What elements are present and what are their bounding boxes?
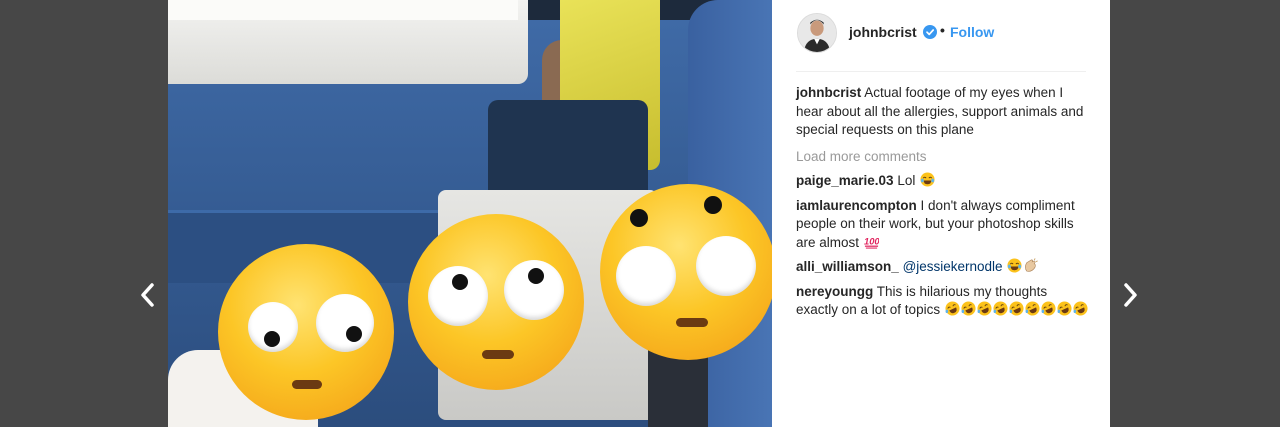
rolling-on-floor-laughing-icons bbox=[944, 301, 1088, 317]
separator-dot: • bbox=[940, 22, 945, 38]
rolling-eyes-emoji bbox=[600, 184, 772, 360]
user-mention-link[interactable]: @jessiekernodle bbox=[903, 259, 1003, 274]
chevron-left-icon bbox=[141, 283, 154, 307]
hundred-points-icon: 100 bbox=[864, 236, 879, 249]
comment-username[interactable]: alli_williamson_ bbox=[796, 259, 899, 274]
svg-text:100: 100 bbox=[864, 236, 879, 246]
rolling-on-floor-laughing-icon bbox=[977, 301, 992, 316]
post-details-panel: johnbcrist • Follow johnbcrist Actual fo… bbox=[772, 0, 1110, 427]
comment-username[interactable]: iamlaurencompton bbox=[796, 198, 917, 213]
rolling-on-floor-laughing-icon bbox=[1009, 301, 1024, 316]
rolling-eyes-emoji bbox=[408, 214, 584, 390]
comments-list: johnbcrist Actual footage of my eyes whe… bbox=[796, 84, 1088, 326]
face-with-tears-of-joy-icon bbox=[1007, 258, 1022, 273]
post-photo[interactable] bbox=[168, 0, 772, 427]
comment: paige_marie.03 Lol bbox=[796, 172, 1088, 191]
caption-username[interactable]: johnbcrist bbox=[796, 85, 861, 100]
post-caption: johnbcrist Actual footage of my eyes whe… bbox=[796, 84, 1088, 140]
rolling-on-floor-laughing-icon bbox=[1057, 301, 1072, 316]
previous-post-button[interactable] bbox=[136, 280, 160, 310]
rolling-eyes-emoji bbox=[218, 244, 394, 420]
verified-badge-icon bbox=[923, 25, 937, 39]
rolling-on-floor-laughing-icon bbox=[1073, 301, 1088, 316]
airplane-window-frame bbox=[168, 0, 528, 84]
post-author-username[interactable]: johnbcrist bbox=[849, 24, 917, 40]
comment: alli_williamson_ @jessiekernodle bbox=[796, 258, 1088, 277]
avatar[interactable] bbox=[797, 13, 837, 53]
follow-button[interactable]: Follow bbox=[950, 24, 994, 40]
rolling-on-floor-laughing-icon bbox=[993, 301, 1008, 316]
comment-text: Lol bbox=[897, 173, 916, 188]
divider bbox=[796, 71, 1086, 72]
rolling-on-floor-laughing-icon bbox=[945, 301, 960, 316]
next-post-button[interactable] bbox=[1118, 280, 1142, 310]
rolling-on-floor-laughing-icon bbox=[1041, 301, 1056, 316]
comment-username[interactable]: nereyoungg bbox=[796, 284, 873, 299]
face-with-tears-of-joy-icon bbox=[920, 172, 935, 187]
load-more-comments-button[interactable]: Load more comments bbox=[796, 148, 1088, 167]
post-header: johnbcrist • Follow bbox=[772, 0, 1110, 72]
clapping-hands-icon bbox=[1025, 258, 1039, 272]
rolling-on-floor-laughing-icon bbox=[961, 301, 976, 316]
comment: iamlaurencompton I don't always complime… bbox=[796, 197, 1088, 253]
rolling-on-floor-laughing-icon bbox=[1025, 301, 1040, 316]
chevron-right-icon bbox=[1124, 283, 1137, 307]
comment-username[interactable]: paige_marie.03 bbox=[796, 173, 894, 188]
comment: nereyoungg This is hilarious my thoughts… bbox=[796, 283, 1088, 320]
